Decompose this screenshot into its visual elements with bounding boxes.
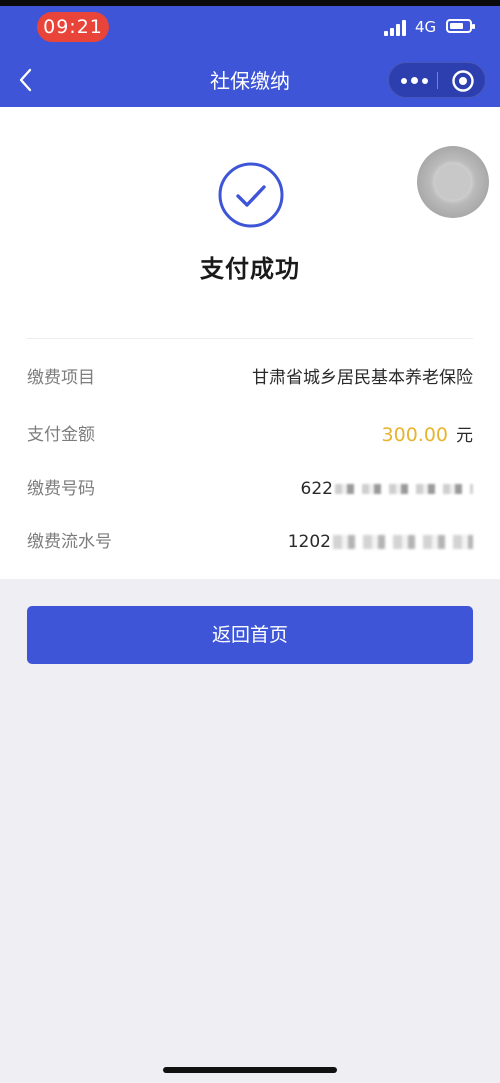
page-title: 社保缴纳 (210, 69, 290, 93)
chevron-left-icon (19, 68, 32, 92)
status-indicators: 4G (384, 16, 484, 38)
serial-prefix: 1202 (287, 532, 331, 552)
amount-value: 300.00 (381, 424, 448, 446)
check-circle-icon (218, 162, 284, 228)
signal-icon (384, 20, 410, 36)
mini-program-capsule (388, 62, 486, 98)
assistive-touch-button[interactable] (417, 146, 489, 218)
item-label: 缴费项目 (27, 368, 95, 388)
home-indicator (163, 1067, 337, 1073)
amount-label: 支付金额 (27, 425, 95, 445)
return-home-button[interactable]: 返回首页 (27, 606, 473, 664)
detail-row-item: 缴费项目 甘肃省城乡居民基本养老保险 (27, 361, 473, 395)
serial-label: 缴费流水号 (27, 532, 112, 552)
amount-unit: 元 (456, 426, 473, 446)
detail-row-amount: 支付金额 300.00 元 (27, 418, 473, 452)
number-prefix: 622 (300, 479, 333, 499)
number-redaction (335, 484, 473, 494)
detail-row-serial: 缴费流水号 1202 (27, 525, 473, 559)
item-value: 甘肃省城乡居民基本养老保险 (252, 368, 473, 388)
serial-redaction (333, 535, 473, 549)
status-time: 09:21 (37, 12, 109, 42)
screen: 09:21 4G 社保缴纳 支付成功 缴费项目 甘肃省城乡居民基本养老保险 支付… (0, 0, 500, 1083)
number-label: 缴费号码 (27, 479, 95, 499)
divider (27, 338, 473, 339)
amount-value-group: 300.00 元 (382, 418, 473, 453)
result-card: 支付成功 缴费项目 甘肃省城乡居民基本养老保险 支付金额 300.00 元 缴费号… (0, 107, 500, 579)
capsule-divider (437, 72, 438, 89)
app-header: 09:21 4G 社保缴纳 (0, 6, 500, 107)
result-title: 支付成功 (200, 255, 300, 283)
more-button[interactable] (395, 67, 433, 93)
network-label: 4G (415, 18, 437, 36)
target-circle-icon (452, 70, 474, 92)
back-button[interactable] (14, 65, 40, 95)
number-value: 622 (301, 472, 473, 506)
detail-row-number: 缴费号码 622 (27, 472, 473, 506)
battery-icon (446, 19, 475, 33)
serial-value: 1202 (288, 525, 473, 559)
close-button[interactable] (449, 67, 477, 95)
